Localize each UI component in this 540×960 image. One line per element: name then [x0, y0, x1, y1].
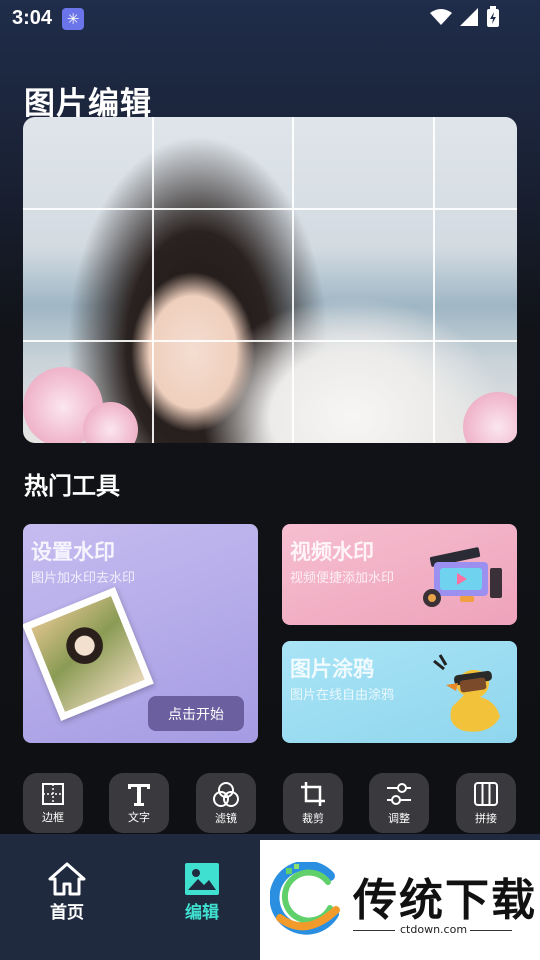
divider	[353, 930, 395, 931]
border-icon	[42, 783, 64, 805]
battery-icon	[487, 6, 499, 27]
grid-line	[152, 117, 154, 443]
hot-tools-title: 热门工具	[24, 472, 120, 500]
app-notification-icon: ✳	[62, 8, 84, 30]
adjust-icon	[387, 783, 411, 805]
status-icons	[430, 6, 500, 28]
home-icon	[48, 862, 86, 896]
card-subtitle: 图片在线自由涂鸦	[290, 688, 395, 703]
grid-line	[23, 208, 517, 210]
flower-decoration	[463, 392, 517, 443]
tool-label: 文字	[128, 811, 150, 824]
card-title: 图片涂鸦	[290, 657, 374, 681]
tool-label: 边框	[42, 811, 64, 824]
crop-icon	[301, 782, 325, 806]
tool-label: 裁剪	[302, 812, 324, 825]
grid-line	[292, 117, 294, 443]
divider	[470, 930, 512, 931]
signal-icon	[460, 8, 478, 26]
card-subtitle: 视频便捷添加水印	[290, 571, 395, 586]
card-title: 视频水印	[290, 540, 374, 564]
tool-crop[interactable]: 裁剪	[283, 773, 343, 833]
ad-watermark: 传统下载 ctdown.com	[260, 840, 540, 960]
tool-label: 调整	[388, 812, 410, 825]
start-button[interactable]: 点击开始	[148, 696, 244, 731]
tool-collage[interactable]: 拼接	[456, 773, 516, 833]
video-watermark-card[interactable]: 视频水印 视频便捷添加水印	[282, 524, 517, 625]
status-time: 3:04	[12, 7, 53, 29]
image-edit-icon	[185, 863, 219, 895]
tool-filter[interactable]: 滤镜	[196, 773, 256, 833]
wifi-icon	[430, 9, 452, 25]
flower-decoration	[83, 402, 138, 443]
nav-home[interactable]: 首页	[27, 862, 107, 923]
text-icon	[128, 784, 150, 806]
image-preview[interactable]	[23, 117, 517, 443]
tool-label: 拼接	[475, 812, 497, 825]
tool-border[interactable]: 边框	[23, 773, 83, 833]
tool-adjust[interactable]: 调整	[369, 773, 429, 833]
nav-edit[interactable]: 编辑	[162, 862, 242, 923]
nav-home-label: 首页	[50, 903, 84, 923]
card-title: 设置水印	[31, 540, 115, 564]
video-clapper-icon	[423, 547, 502, 607]
collage-icon	[474, 782, 498, 806]
nav-edit-label: 编辑	[185, 903, 219, 923]
tool-text[interactable]: 文字	[109, 773, 169, 833]
photo-illustration	[23, 587, 154, 721]
set-watermark-card[interactable]: 设置水印 图片加水印去水印 点击开始	[23, 524, 258, 743]
filter-icon	[213, 782, 239, 807]
card-subtitle: 图片加水印去水印	[31, 571, 136, 586]
logo-icon	[270, 862, 340, 935]
image-doodle-card[interactable]: 图片涂鸦 图片在线自由涂鸦	[282, 641, 517, 743]
duck-icon	[433, 654, 500, 732]
tool-label: 滤镜	[215, 812, 237, 825]
grid-line	[23, 340, 517, 342]
ad-brand: 传统下载	[353, 875, 537, 926]
grid-line	[433, 117, 435, 443]
ad-domain: ctdown.com	[400, 923, 468, 936]
